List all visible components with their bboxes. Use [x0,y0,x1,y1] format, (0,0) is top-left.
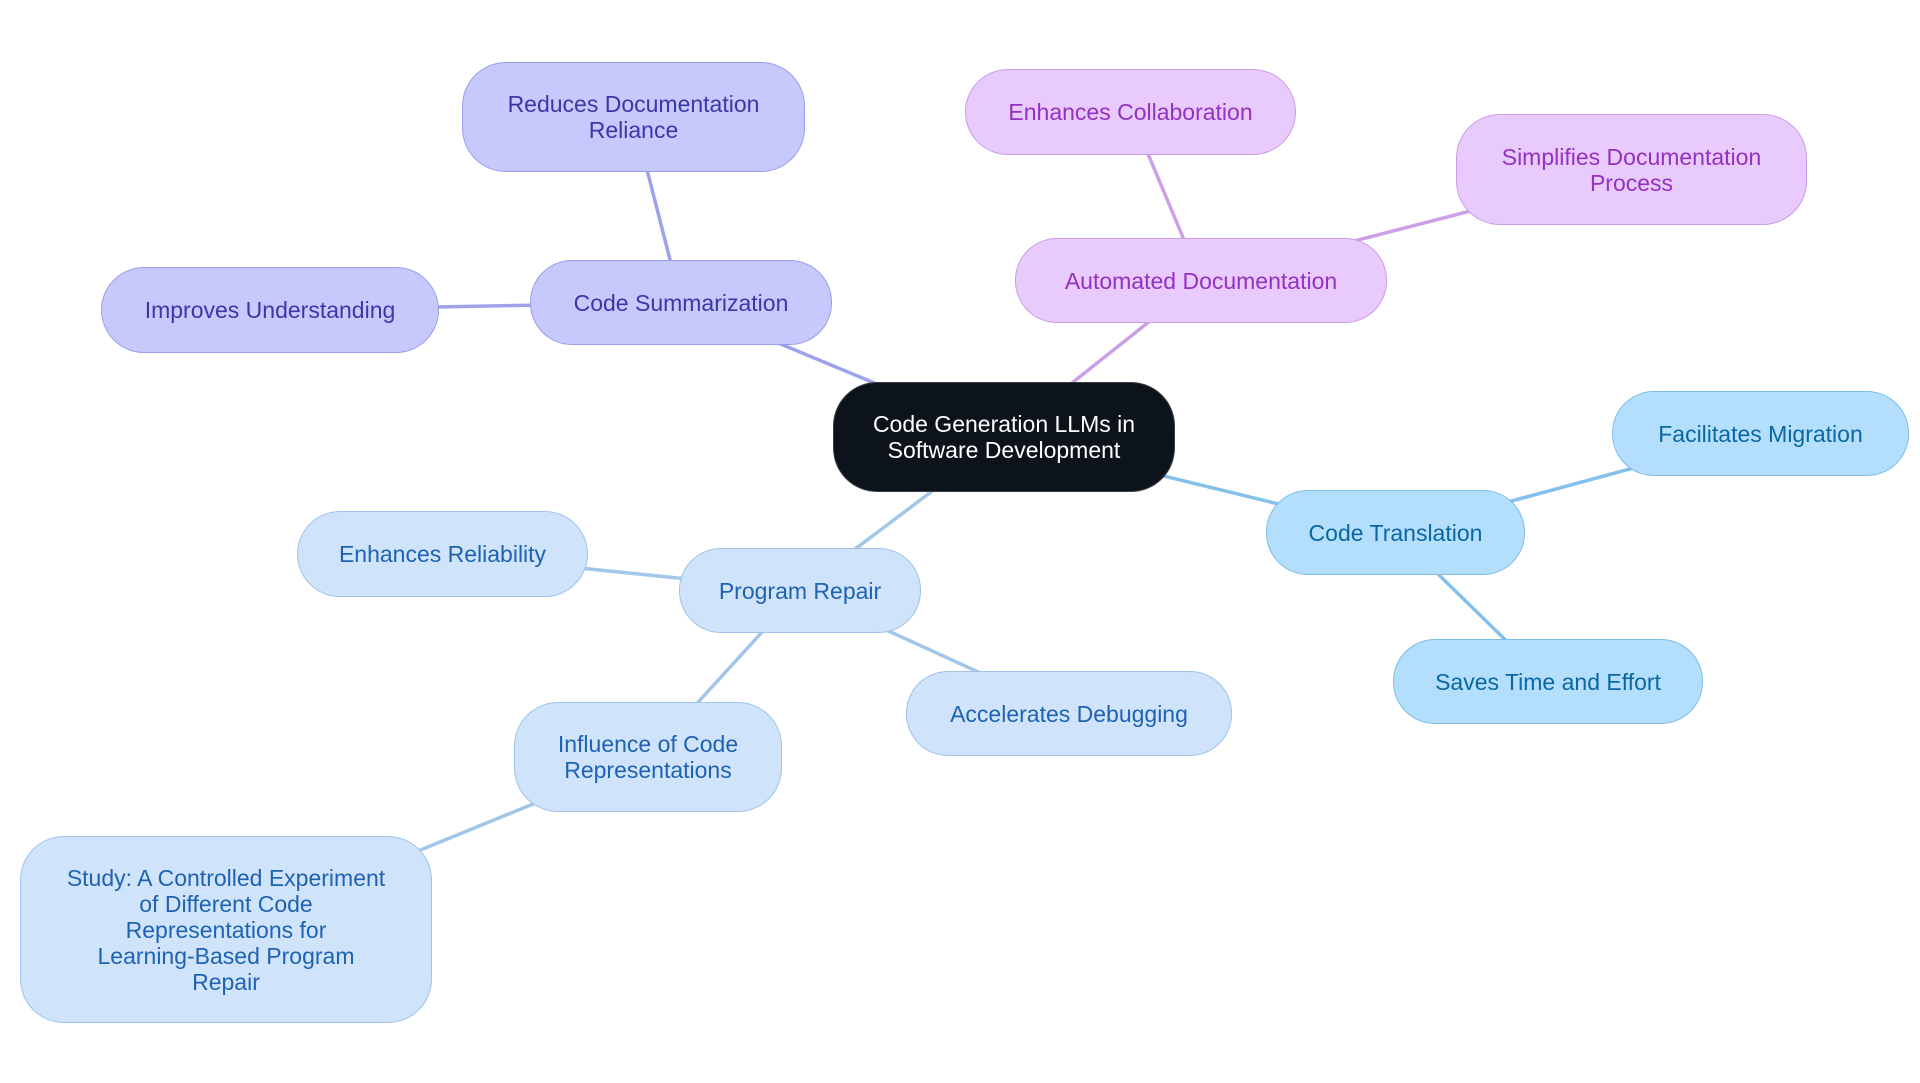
node-automated-documentation[interactable]: Automated Documentation [1015,238,1387,323]
node-enhances-reliability[interactable]: Enhances Reliability [297,511,588,597]
node-study-controlled-experiment[interactable]: Study: A Controlled Experiment of Differ… [20,836,432,1023]
node-enhances-collaboration[interactable]: Enhances Collaboration [965,69,1296,155]
node-influence-of-code-representations[interactable]: Influence of Code Representations [514,702,782,812]
node-root[interactable]: Code Generation LLMs in Software Develop… [833,382,1175,492]
node-reduces-documentation-reliance[interactable]: Reduces Documentation Reliance [462,62,805,172]
node-saves-time-and-effort[interactable]: Saves Time and Effort [1393,639,1703,724]
node-facilitates-migration[interactable]: Facilitates Migration [1612,391,1909,476]
node-simplifies-documentation-process[interactable]: Simplifies Documentation Process [1456,114,1807,225]
node-accelerates-debugging[interactable]: Accelerates Debugging [906,671,1232,756]
node-code-summarization[interactable]: Code Summarization [530,260,832,345]
node-program-repair[interactable]: Program Repair [679,548,921,633]
node-improves-understanding[interactable]: Improves Understanding [101,267,439,353]
node-code-translation[interactable]: Code Translation [1266,490,1525,575]
